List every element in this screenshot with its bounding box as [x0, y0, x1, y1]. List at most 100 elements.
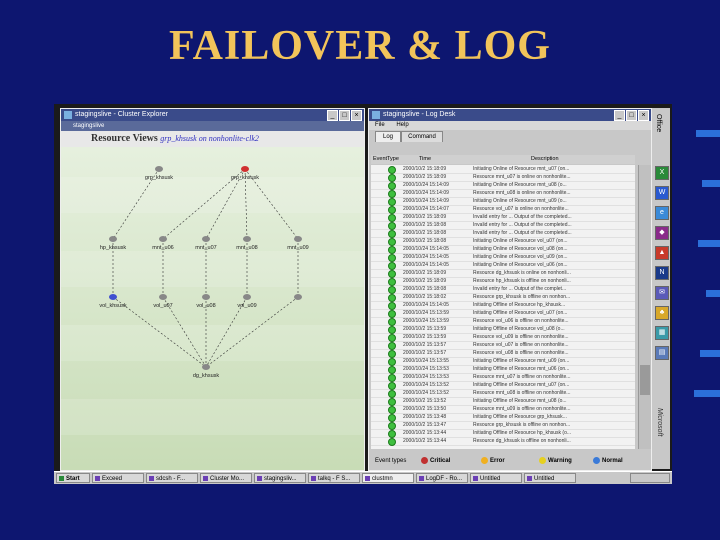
cluster-explorer-window[interactable]: stagingslive - Cluster Explorer _ □ × stag… — [60, 108, 365, 471]
tab-command[interactable]: Command — [401, 131, 443, 142]
log-time: 2000/10/2 15:13:44 — [403, 430, 447, 436]
menu-help[interactable]: Help — [396, 122, 408, 128]
error-icon — [481, 456, 488, 464]
taskbar-item[interactable]: Cluster Mo... — [200, 473, 252, 483]
node-label[interactable]: mnt_u07 — [195, 245, 216, 251]
taskbar-item[interactable]: sdcsh - F... — [146, 473, 198, 483]
log-time: 2000/10/2 15:13:48 — [403, 414, 447, 420]
node-label[interactable]: vol_u08 — [196, 303, 215, 309]
log-description: Initiating Online of Resource vol_u06 (o… — [473, 262, 568, 268]
log-description: Resource vol_u09 is offline on nonhonlit… — [473, 334, 569, 340]
taskbar-item-active[interactable]: clustmn — [362, 473, 414, 483]
log-time: 2000/10/2 15:18:09 — [403, 166, 447, 172]
log-table-header: Event Type Time Description — [371, 155, 635, 164]
log-time: 2000/10/2 15:13:50 — [403, 406, 447, 412]
critical-icon — [421, 456, 428, 464]
warning-icon — [539, 456, 546, 464]
log-desk-titlebar[interactable]: stagingslive - Log Desk _ □ × — [369, 109, 651, 121]
node-label[interactable]: mnt_u08 — [236, 245, 257, 251]
log-row[interactable]: 2000/10/2 15:13:44 Resource dg_khsusk is … — [371, 437, 635, 446]
resource-views-label: Resource Views — [91, 133, 158, 144]
log-description: Resource mnt_u09 is offline on nonhonlit… — [473, 406, 571, 412]
app-icon — [149, 476, 154, 481]
log-desk-window[interactable]: stagingslive - Log Desk _ □ × File Help Lo… — [368, 108, 652, 471]
close-button[interactable]: × — [638, 110, 649, 121]
scroll-thumb[interactable] — [640, 365, 650, 395]
node-icon — [155, 166, 163, 172]
log-description: Resource grp_khsusk is offline on nonhon… — [473, 422, 571, 428]
maximize-button[interactable]: □ — [626, 110, 637, 121]
log-desk-title: stagingslive - Log Desk — [383, 111, 456, 118]
system-tray[interactable] — [630, 473, 670, 483]
normal-icon — [593, 456, 600, 464]
node-label[interactable]: vol_u07 — [153, 303, 172, 309]
decorative-stripes — [690, 130, 720, 430]
access-icon[interactable]: ◆ — [655, 226, 669, 240]
log-description: Resource mnt_u07 is online on nonhonlite… — [473, 174, 571, 180]
menu-file[interactable]: File — [375, 122, 385, 128]
log-description: Initiating Offline of Resource mnt_u07 (… — [473, 382, 570, 388]
filter-error[interactable]: Error — [481, 456, 505, 466]
taskbar-item[interactable]: talkq - F S... — [308, 473, 360, 483]
log-table-body[interactable]: 2000/10/2 15:18:09 Initiating Online of R… — [371, 165, 635, 449]
node-label[interactable]: mnt_u09 — [287, 245, 308, 251]
col-type[interactable]: Type — [387, 155, 399, 164]
cluster-explorer-title: stagingslive - Cluster Explorer — [75, 111, 168, 118]
filter-critical[interactable]: Critical — [421, 456, 450, 466]
outlook-icon[interactable]: ✉ — [655, 286, 669, 300]
word-icon[interactable]: W — [655, 186, 669, 200]
desktop-screenshot: stagingslive - Cluster Explorer _ □ × stag… — [54, 104, 672, 484]
log-description: Resource hp_khsusk is offline on nonhonl… — [473, 278, 571, 284]
taskbar-item[interactable]: Untitled — [524, 473, 576, 483]
log-time: 2000/10/2 15:18:08 — [403, 286, 447, 292]
log-time: 2000/10/24 15:13:53 — [403, 374, 449, 380]
tab-log[interactable]: Log — [375, 131, 401, 142]
log-time: 2000/10/24 15:13:52 — [403, 390, 449, 396]
col-time[interactable]: Time — [419, 155, 431, 164]
log-time: 2000/10/2 15:18:02 — [403, 294, 447, 300]
log-description: Resource vol_u08 is offline on nonhonlit… — [473, 350, 569, 356]
node-label[interactable]: grp_khsusk — [145, 175, 173, 181]
node-icon — [243, 236, 251, 242]
node-label[interactable]: vol_u09 — [237, 303, 256, 309]
vendor-label: Microsoft — [656, 408, 663, 437]
cluster-explorer-titlebar[interactable]: stagingslive - Cluster Explorer _ □ × — [61, 109, 364, 121]
resource-graph[interactable]: grp_khsusk grp_khsusk hp_khsusk mnt_u06 … — [61, 147, 364, 470]
log-description: Invalid entry for ... Output of the comp… — [473, 222, 572, 228]
start-button[interactable]: Start — [56, 473, 90, 483]
excel-icon[interactable]: X — [655, 166, 669, 180]
col-description[interactable]: Description — [531, 155, 559, 164]
filter-normal[interactable]: Normal — [593, 456, 623, 466]
taskbar-item[interactable]: Exceed — [92, 473, 144, 483]
explorer-icon[interactable]: ▤ — [655, 346, 669, 360]
node-label[interactable]: grp_khsusk — [231, 175, 259, 181]
node-label[interactable]: mnt_u06 — [152, 245, 173, 251]
schedule-icon[interactable]: ▦ — [655, 326, 669, 340]
minimize-button[interactable]: _ — [327, 110, 338, 121]
taskbar-item[interactable]: Untitled — [470, 473, 522, 483]
powerpoint-icon[interactable]: ▲ — [655, 246, 669, 260]
filter-warning[interactable]: Warning — [539, 456, 572, 466]
log-description: Resource vol_u06 is offline on nonhonlit… — [473, 318, 569, 324]
log-description: Resource dg_khsusk is offline on nonhonl… — [473, 438, 571, 444]
node-label[interactable]: dg_khsusk — [193, 373, 219, 379]
log-description: Initiating Online of Resource mnt_u08 (o… — [473, 182, 567, 188]
node-icon-faulted — [241, 166, 249, 172]
event-filter-bar: Event types Critical Error Warning Norma… — [371, 454, 649, 468]
minimize-button[interactable]: _ — [614, 110, 625, 121]
taskbar-item[interactable]: stagingsliv... — [254, 473, 306, 483]
log-time: 2000/10/2 15:13:57 — [403, 342, 447, 348]
windows-icon — [59, 476, 64, 481]
col-event[interactable]: Event — [373, 155, 387, 164]
app-icon — [527, 476, 532, 481]
news-icon[interactable]: N — [655, 266, 669, 280]
close-button[interactable]: × — [351, 110, 362, 121]
log-scrollbar[interactable] — [638, 165, 651, 449]
binder-icon[interactable]: ♣ — [655, 306, 669, 320]
ie-icon[interactable]: e — [655, 206, 669, 220]
taskbar-item[interactable]: LogDF - Ro... — [416, 473, 468, 483]
node-label[interactable]: vol_khsusk — [99, 303, 126, 309]
log-description: Initiating Online of Resource vol_u09 (o… — [473, 254, 568, 260]
maximize-button[interactable]: □ — [339, 110, 350, 121]
node-label[interactable]: hp_khsusk — [100, 245, 126, 251]
